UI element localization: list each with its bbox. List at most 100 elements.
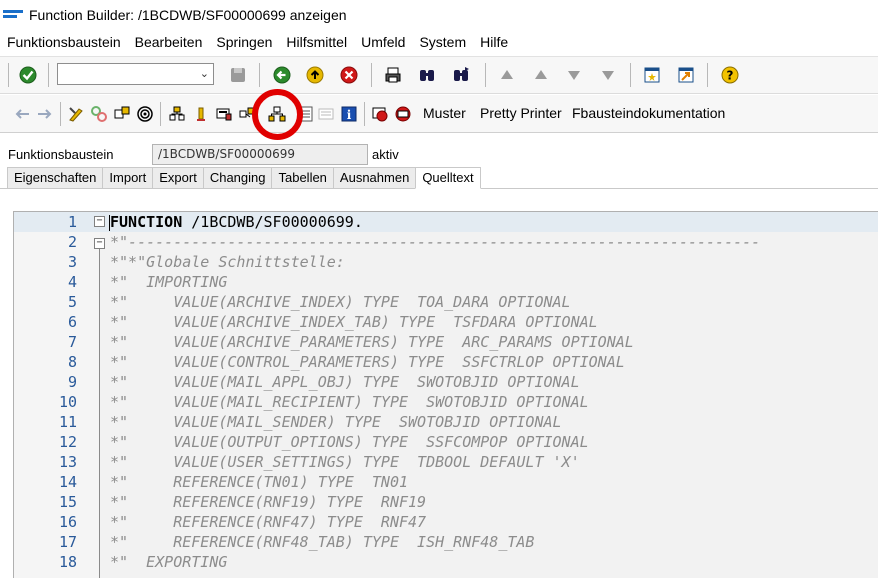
menu-springen[interactable]: Springen: [216, 34, 272, 50]
menu-funktionsbaustein[interactable]: Funktionsbaustein: [7, 34, 121, 50]
menu-umfeld[interactable]: Umfeld: [361, 34, 405, 50]
menu-system[interactable]: System: [419, 34, 466, 50]
code-line[interactable]: 13 *" VALUE(USER_SETTINGS) TYPE TDBOOL D…: [14, 452, 878, 472]
command-field[interactable]: ⌄: [57, 63, 214, 85]
toolbar-separator: [707, 63, 708, 87]
toolbar-separator: [60, 102, 61, 126]
code-line[interactable]: 10 *" VALUE(MAIL_RECIPIENT) TYPE SWOTOBJ…: [14, 392, 878, 412]
back-icon[interactable]: [273, 66, 291, 84]
menu-hilfe[interactable]: Hilfe: [480, 34, 508, 50]
code-line[interactable]: 16 *" REFERENCE(RNF47) TYPE RNF47: [14, 512, 878, 532]
title-bar: Function Builder: /1BCDWB/SF00000699 anz…: [0, 0, 878, 30]
help-icon[interactable]: ?: [721, 66, 739, 84]
enter-check-icon[interactable]: [19, 66, 37, 84]
tab-ausnahmen[interactable]: Ausnahmen: [332, 167, 416, 189]
code-line[interactable]: 14 *" REFERENCE(TN01) TYPE TN01: [14, 472, 878, 492]
exit-icon[interactable]: [306, 66, 324, 84]
code-line[interactable]: 15 *" REFERENCE(RNF19) TYPE RNF19: [14, 492, 878, 512]
comment-text: *" VALUE(OUTPUT_OPTIONS) TYPE SSFCOMPOP …: [110, 433, 589, 451]
chevron-down-icon[interactable]: ⌄: [200, 67, 209, 80]
next-page-icon[interactable]: [565, 66, 583, 84]
command-field-input[interactable]: [58, 64, 188, 84]
last-page-icon[interactable]: [599, 66, 617, 84]
first-page-icon[interactable]: [498, 66, 516, 84]
breakpoint-icon[interactable]: [371, 105, 389, 123]
line-number: 17: [58, 533, 77, 551]
tab-export[interactable]: Export: [152, 167, 203, 189]
find-icon[interactable]: [418, 66, 436, 84]
code-line[interactable]: 7 *" VALUE(ARCHIVE_PARAMETERS) TYPE ARC_…: [14, 332, 878, 352]
code-text: FUNCTION /1BCDWB/SF00000699.: [110, 213, 363, 231]
muster-button[interactable]: Muster: [423, 105, 466, 121]
sap-logo-icon: [3, 9, 23, 21]
tab-import[interactable]: Import: [102, 167, 153, 189]
code-line[interactable]: 9 *" VALUE(MAIL_APPL_OBJ) TYPE SWOTOBJID…: [14, 372, 878, 392]
code-line[interactable]: 17 *" REFERENCE(RNF48_TAB) TYPE ISH_RNF4…: [14, 532, 878, 552]
code-line[interactable]: 4 *" IMPORTING: [14, 272, 878, 292]
print-icon[interactable]: [384, 66, 402, 84]
keyword-function: FUNCTION: [110, 213, 183, 231]
activate-icon[interactable]: [136, 105, 154, 123]
find-next-icon[interactable]: [452, 66, 470, 84]
code-line[interactable]: 18 *" EXPORTING: [14, 552, 878, 572]
create-session-icon[interactable]: [643, 66, 661, 84]
code-line[interactable]: 1 − FUNCTION /1BCDWB/SF00000699.: [14, 212, 878, 232]
tab-eigenschaften[interactable]: Eigenschaften: [7, 167, 103, 189]
external-breakpoint-icon[interactable]: [394, 105, 412, 123]
forward-arrow-icon[interactable]: [36, 105, 54, 123]
comment-text: *" VALUE(ARCHIVE_INDEX) TYPE TOA_DARA OP…: [110, 293, 571, 311]
line-number: 10: [58, 393, 77, 411]
back-arrow-icon[interactable]: [13, 105, 31, 123]
toolbar-separator: [364, 102, 365, 126]
line-number: 12: [58, 433, 77, 451]
menu-bearbeiten[interactable]: Bearbeiten: [135, 34, 203, 50]
toolbar-separator: [48, 63, 49, 87]
line-number: 5: [67, 293, 77, 311]
application-toolbar: i Muster Pretty Printer Fbausteindokumen…: [0, 95, 878, 133]
code-line[interactable]: 5 *" VALUE(ARCHIVE_INDEX) TYPE TOA_DARA …: [14, 292, 878, 312]
menu-hilfsmittel[interactable]: Hilfsmittel: [286, 34, 347, 50]
fold-minus-icon[interactable]: −: [94, 238, 105, 249]
display-object-icon[interactable]: [317, 105, 335, 123]
comment-text: *" VALUE(MAIL_APPL_OBJ) TYPE SWOTOBJID O…: [110, 373, 580, 391]
status-text: aktiv: [372, 147, 399, 162]
toolbar-separator: [371, 63, 372, 87]
fold-minus-icon[interactable]: −: [94, 216, 105, 227]
line-number: 18: [58, 553, 77, 571]
line-number: 1: [67, 213, 77, 231]
code-line[interactable]: 3 *"*"Globale Schnittstelle:: [14, 252, 878, 272]
enhance-icon[interactable]: [215, 105, 233, 123]
info-icon[interactable]: i: [340, 105, 358, 123]
code-line[interactable]: 2 − *"----------------------------------…: [14, 232, 878, 252]
menu-bar: Funktionsbaustein Bearbeiten Springen Hi…: [0, 31, 878, 53]
svg-text:?: ?: [727, 69, 734, 83]
line-number: 9: [67, 373, 77, 391]
tab-changing[interactable]: Changing: [202, 167, 272, 189]
comment-text: *" REFERENCE(RNF19) TYPE RNF19: [110, 493, 427, 511]
save-icon[interactable]: [229, 66, 247, 84]
line-number: 15: [58, 493, 77, 511]
code-line[interactable]: 11 *" VALUE(MAIL_SENDER) TYPE SWOTOBJID …: [14, 412, 878, 432]
cancel-icon[interactable]: [340, 66, 358, 84]
function-documentation-button[interactable]: Fbausteindokumentation: [572, 105, 725, 121]
previous-page-icon[interactable]: [532, 66, 550, 84]
active-inactive-icon[interactable]: [90, 105, 108, 123]
pretty-printer-button[interactable]: Pretty Printer: [480, 105, 562, 121]
tab-tabellen[interactable]: Tabellen: [271, 167, 333, 189]
test-icon[interactable]: [168, 105, 186, 123]
shortcut-icon[interactable]: [677, 66, 695, 84]
toolbar-separator: [259, 63, 260, 87]
line-number: 8: [67, 353, 77, 371]
code-line[interactable]: 6 *" VALUE(ARCHIVE_INDEX_TAB) TYPE TSFDA…: [14, 312, 878, 332]
change-display-icon[interactable]: [67, 105, 85, 123]
tab-quelltext[interactable]: Quelltext: [415, 167, 481, 189]
code-line[interactable]: 8 *" VALUE(CONTROL_PARAMETERS) TYPE SSFC…: [14, 352, 878, 372]
line-number: 11: [58, 413, 77, 431]
line-number: 2: [67, 233, 77, 251]
where-used-icon[interactable]: [192, 105, 210, 123]
comment-text: *" VALUE(ARCHIVE_PARAMETERS) TYPE ARC_PA…: [110, 333, 634, 351]
window-title: Function Builder: /1BCDWB/SF00000699 anz…: [29, 7, 347, 23]
source-code-editor[interactable]: 1 − FUNCTION /1BCDWB/SF00000699. 2 − *"-…: [13, 211, 878, 578]
code-line[interactable]: 12 *" VALUE(OUTPUT_OPTIONS) TYPE SSFCOMP…: [14, 432, 878, 452]
check-object-icon[interactable]: [113, 105, 131, 123]
